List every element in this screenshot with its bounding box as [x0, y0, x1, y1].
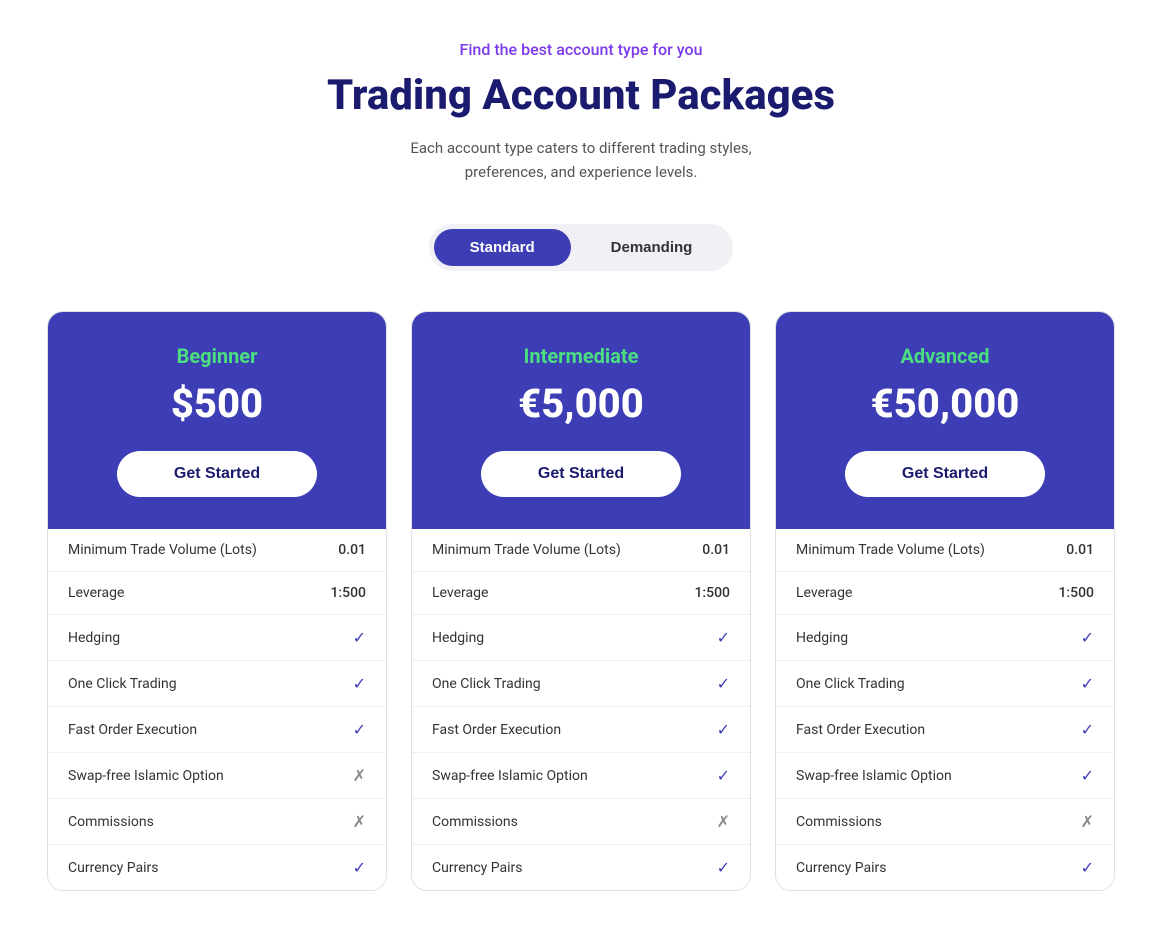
- feature-row: Swap-free Islamic Option ✓: [412, 753, 750, 799]
- tab-toggle: Standard Demanding: [20, 224, 1142, 271]
- feature-row: Swap-free Islamic Option ✗: [48, 753, 386, 799]
- feature-label: Commissions: [432, 814, 518, 830]
- feature-value: ✗: [353, 766, 366, 785]
- feature-label: Leverage: [68, 585, 124, 601]
- feature-row: One Click Trading ✓: [776, 661, 1114, 707]
- tab-container: Standard Demanding: [429, 224, 734, 271]
- feature-label: One Click Trading: [432, 676, 541, 692]
- feature-label: Hedging: [68, 630, 120, 646]
- card-advanced: Advanced €50,000 Get Started Minimum Trade …: [775, 311, 1115, 891]
- feature-label: Fast Order Execution: [432, 722, 561, 738]
- card-amount-advanced: €50,000: [800, 380, 1090, 427]
- feature-value: ✗: [353, 812, 366, 831]
- card-amount-beginner: $500: [72, 380, 362, 427]
- feature-label: Fast Order Execution: [68, 722, 197, 738]
- feature-value: ✓: [717, 858, 730, 877]
- feature-row: Leverage 1:500: [412, 572, 750, 615]
- feature-value: ✓: [717, 674, 730, 693]
- feature-row: Minimum Trade Volume (Lots) 0.01: [776, 529, 1114, 572]
- feature-row: Fast Order Execution ✓: [412, 707, 750, 753]
- card-tier-advanced: Advanced: [800, 344, 1090, 368]
- feature-label: Minimum Trade Volume (Lots): [68, 542, 257, 558]
- feature-label: One Click Trading: [796, 676, 905, 692]
- feature-label: Fast Order Execution: [796, 722, 925, 738]
- card-header-advanced: Advanced €50,000 Get Started: [776, 312, 1114, 529]
- feature-row: Currency Pairs ✓: [48, 845, 386, 890]
- get-started-button-advanced[interactable]: Get Started: [845, 451, 1045, 497]
- feature-label: Swap-free Islamic Option: [432, 768, 588, 784]
- tab-demanding[interactable]: Demanding: [575, 229, 729, 266]
- feature-value: ✓: [1081, 674, 1094, 693]
- feature-label: Minimum Trade Volume (Lots): [432, 542, 621, 558]
- feature-value: ✓: [1081, 720, 1094, 739]
- feature-value: ✓: [353, 674, 366, 693]
- feature-value: 1:500: [1058, 585, 1094, 601]
- feature-value: ✓: [1081, 766, 1094, 785]
- card-features-intermediate: Minimum Trade Volume (Lots) 0.01 Leverage 1…: [412, 529, 750, 890]
- card-header-beginner: Beginner $500 Get Started: [48, 312, 386, 529]
- feature-value: ✓: [353, 628, 366, 647]
- get-started-button-beginner[interactable]: Get Started: [117, 451, 317, 497]
- feature-value: 0.01: [702, 542, 730, 558]
- feature-label: Swap-free Islamic Option: [796, 768, 952, 784]
- feature-row: Minimum Trade Volume (Lots) 0.01: [412, 529, 750, 572]
- cards-wrapper: Beginner $500 Get Started Minimum Trade Vol…: [21, 311, 1141, 891]
- feature-value: ✓: [353, 720, 366, 739]
- feature-label: Swap-free Islamic Option: [68, 768, 224, 784]
- feature-row: Leverage 1:500: [776, 572, 1114, 615]
- header-description: Each account type caters to different tr…: [371, 136, 791, 184]
- feature-row: Leverage 1:500: [48, 572, 386, 615]
- feature-row: Currency Pairs ✓: [412, 845, 750, 890]
- feature-row: Commissions ✗: [776, 799, 1114, 845]
- feature-value: 0.01: [338, 542, 366, 558]
- feature-label: One Click Trading: [68, 676, 177, 692]
- feature-row: Currency Pairs ✓: [776, 845, 1114, 890]
- card-features-beginner: Minimum Trade Volume (Lots) 0.01 Leverage 1…: [48, 529, 386, 890]
- feature-label: Commissions: [796, 814, 882, 830]
- feature-row: Hedging ✓: [48, 615, 386, 661]
- feature-label: Leverage: [432, 585, 488, 601]
- feature-value: ✓: [1081, 628, 1094, 647]
- feature-value: 0.01: [1066, 542, 1094, 558]
- feature-row: Fast Order Execution ✓: [48, 707, 386, 753]
- card-amount-intermediate: €5,000: [436, 380, 726, 427]
- feature-value: 1:500: [694, 585, 730, 601]
- feature-label: Hedging: [796, 630, 848, 646]
- feature-value: ✗: [1081, 812, 1094, 831]
- feature-value: 1:500: [330, 585, 366, 601]
- feature-label: Currency Pairs: [68, 860, 159, 876]
- feature-row: Minimum Trade Volume (Lots) 0.01: [48, 529, 386, 572]
- feature-row: Fast Order Execution ✓: [776, 707, 1114, 753]
- feature-label: Currency Pairs: [432, 860, 523, 876]
- feature-value: ✗: [717, 812, 730, 831]
- feature-row: One Click Trading ✓: [48, 661, 386, 707]
- card-features-advanced: Minimum Trade Volume (Lots) 0.01 Leverage 1…: [776, 529, 1114, 890]
- header-subtitle: Find the best account type for you: [20, 40, 1142, 59]
- page-title: Trading Account Packages: [20, 71, 1142, 120]
- card-tier-beginner: Beginner: [72, 344, 362, 368]
- get-started-button-intermediate[interactable]: Get Started: [481, 451, 681, 497]
- tab-standard[interactable]: Standard: [434, 229, 571, 266]
- feature-row: Commissions ✗: [412, 799, 750, 845]
- feature-row: Hedging ✓: [776, 615, 1114, 661]
- card-tier-intermediate: Intermediate: [436, 344, 726, 368]
- feature-row: One Click Trading ✓: [412, 661, 750, 707]
- card-header-intermediate: Intermediate €5,000 Get Started: [412, 312, 750, 529]
- feature-row: Commissions ✗: [48, 799, 386, 845]
- card-intermediate: Intermediate €5,000 Get Started Minimum Tra…: [411, 311, 751, 891]
- feature-row: Swap-free Islamic Option ✓: [776, 753, 1114, 799]
- feature-value: ✓: [353, 858, 366, 877]
- feature-label: Currency Pairs: [796, 860, 887, 876]
- card-beginner: Beginner $500 Get Started Minimum Trade Vol…: [47, 311, 387, 891]
- feature-label: Leverage: [796, 585, 852, 601]
- feature-row: Hedging ✓: [412, 615, 750, 661]
- feature-value: ✓: [717, 720, 730, 739]
- feature-label: Hedging: [432, 630, 484, 646]
- feature-value: ✓: [717, 766, 730, 785]
- feature-label: Minimum Trade Volume (Lots): [796, 542, 985, 558]
- feature-value: ✓: [1081, 858, 1094, 877]
- page-header: Find the best account type for you Tradi…: [20, 40, 1142, 184]
- feature-label: Commissions: [68, 814, 154, 830]
- feature-value: ✓: [717, 628, 730, 647]
